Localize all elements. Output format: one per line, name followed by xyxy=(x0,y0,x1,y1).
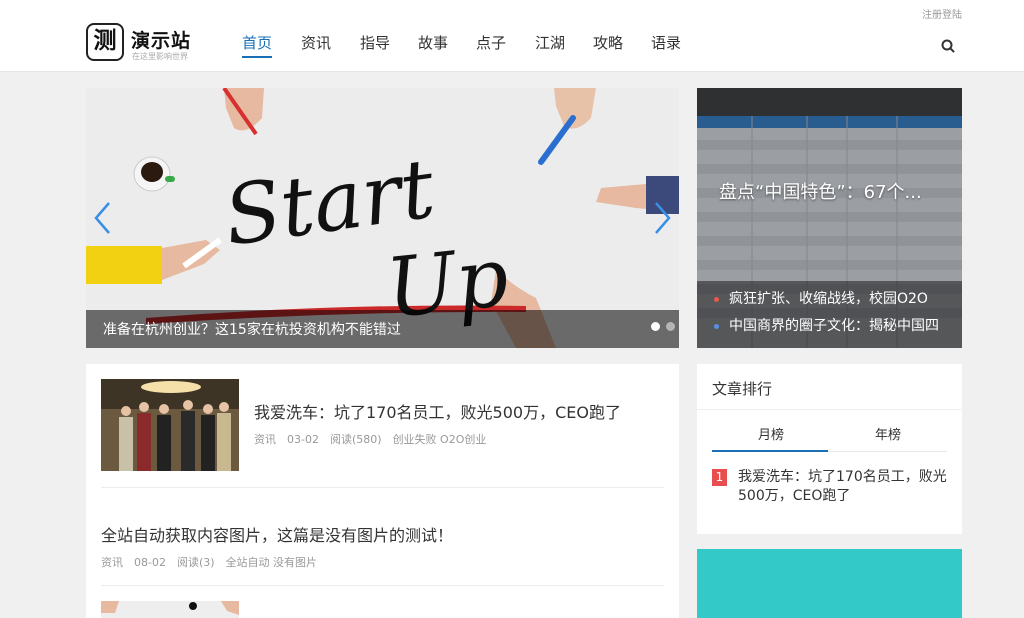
article-thumbnail[interactable] xyxy=(101,601,239,618)
slider-dot[interactable] xyxy=(666,322,675,331)
slider-caption[interactable]: 准备在杭州创业？这15家在杭投资机构不能错过 xyxy=(103,319,401,339)
nav-item-ideas[interactable]: 点子 xyxy=(476,32,506,53)
article-title[interactable]: 全站自动获取内容图片，这篇是没有图片的测试！ xyxy=(101,522,453,546)
nav-item-home[interactable]: 首页 xyxy=(242,32,272,53)
article-image xyxy=(101,379,239,471)
side-feature-item[interactable]: 中国商界的圈子文化：揭秘中国四 xyxy=(714,315,939,335)
tab-monthly[interactable]: 月榜 xyxy=(758,424,784,443)
side-feature-list: 疯狂扩张、收缩战线，校园O2O 中国商界的圈子文化：揭秘中国四 xyxy=(697,281,962,348)
register-login-link[interactable]: 注册登陆 xyxy=(922,6,962,21)
rank-item-title[interactable]: 我爱洗车：坑了170名员工，败光500万，CEO跑了 xyxy=(738,468,950,506)
article-category[interactable]: 资讯 xyxy=(101,556,123,569)
article-tags[interactable]: 创业失败 O2O创业 xyxy=(393,433,487,446)
nav-item-jianghu[interactable]: 江湖 xyxy=(535,32,565,53)
article-ranking: 文章排行 月榜 年榜 1 我爱洗车：坑了170名员工，败光500万，CEO跑了 xyxy=(697,364,962,534)
site-header: 注册登陆 测 演示站 在这里影响世界 首页 资讯 指导 故事 点子 江湖 攻略 … xyxy=(0,0,1024,72)
slider-image: Start Up xyxy=(86,88,679,348)
divider xyxy=(697,409,962,410)
article-reads: 阅读(3) xyxy=(176,556,215,569)
tab-active-indicator xyxy=(712,450,828,452)
nav-item-stories[interactable]: 故事 xyxy=(418,32,448,53)
article-thumbnail[interactable] xyxy=(101,379,239,471)
article-divider xyxy=(101,487,664,488)
rank-badge: 1 xyxy=(712,469,727,486)
nav-item-quotes[interactable]: 语录 xyxy=(651,32,681,53)
article-meta: 资讯 03-02 阅读(580) 创业失败 O2O创业 xyxy=(254,431,497,447)
article-date: 03-02 xyxy=(287,433,319,446)
featured-slider[interactable]: Start Up 准备在杭州创业？这15家在杭投资机构不能错过 xyxy=(86,88,679,348)
chevron-right-icon xyxy=(655,202,671,234)
side-feature-item[interactable]: 疯狂扩张、收缩战线，校园O2O xyxy=(714,288,928,308)
article-tags[interactable]: 全站自动 没有图片 xyxy=(226,556,318,569)
nav-item-strategy[interactable]: 攻略 xyxy=(593,32,623,53)
slider-prev-button[interactable] xyxy=(92,201,114,235)
article-list: 我爱洗车：坑了170名员工，败光500万，CEO跑了 资讯 03-02 阅读(580… xyxy=(86,364,679,618)
slider-pagination xyxy=(645,316,675,335)
article-reads: 阅读(580) xyxy=(329,433,382,446)
search-icon xyxy=(941,39,955,53)
article-meta: 资讯 08-02 阅读(3) 全站自动 没有图片 xyxy=(101,554,328,570)
logo-title: 演示站 xyxy=(131,30,192,52)
side-feature[interactable]: 盘点“中国特色”：67个... 疯狂扩张、收缩战线，校园O2O 中国商界的圈子文… xyxy=(697,88,962,348)
chevron-left-icon xyxy=(94,202,110,234)
nav-item-news[interactable]: 资讯 xyxy=(301,32,331,53)
article-divider xyxy=(101,585,664,586)
bullet-icon xyxy=(714,296,719,302)
search-button[interactable] xyxy=(938,36,958,56)
side-feature-title[interactable]: 盘点“中国特色”：67个... xyxy=(719,178,922,204)
article-image xyxy=(101,601,239,618)
ranking-title: 文章排行 xyxy=(712,380,773,398)
slider-caption-bar: 准备在杭州创业？这15家在杭投资机构不能错过 xyxy=(86,310,679,348)
slider-next-button[interactable] xyxy=(651,201,673,235)
nav-item-guide[interactable]: 指导 xyxy=(360,32,390,53)
logo-mark: 测 xyxy=(86,23,124,61)
article-category[interactable]: 资讯 xyxy=(254,433,276,446)
promo-banner[interactable] xyxy=(697,549,962,618)
bullet-icon xyxy=(714,323,719,329)
article-title[interactable]: 我爱洗车：坑了170名员工，败光500万，CEO跑了 xyxy=(254,399,621,423)
nav-active-indicator xyxy=(242,56,272,58)
tab-yearly[interactable]: 年榜 xyxy=(875,424,901,443)
logo-subtitle: 在这里影响世界 xyxy=(132,52,188,61)
slider-dot[interactable] xyxy=(651,322,660,331)
article-date: 08-02 xyxy=(134,556,166,569)
